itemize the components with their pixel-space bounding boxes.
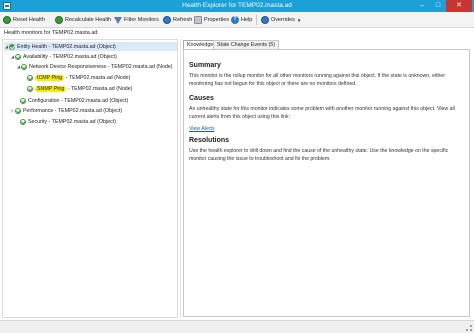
healthy-status-icon [20,97,26,104]
knowledge-panel: Summary This monitor is the rollup monit… [183,49,470,317]
tree-node-icmp-ping[interactable]: ICMP Ping - TEMP02.masta.ad (Node) [27,73,130,82]
recalculate-health-label: Recalculate Health [65,17,112,23]
tree-node-label-rest: - TEMP02.masta.ad (Node) [64,74,131,81]
resize-grip-icon[interactable] [466,325,472,331]
tree-node-entity-health[interactable]: ◢ Entity Health - TEMP02.masta.ad (Objec… [4,42,177,51]
tree-node-label: ICMP Ping - TEMP02.masta.ad (Node) [35,74,131,81]
maximize-button[interactable]: □ [430,0,446,12]
chevron-down-icon: ▼ [296,17,302,23]
healthy-status-icon [15,107,21,114]
healthy-status-icon [21,63,27,70]
overrides-button[interactable]: Overrides ▼ [261,14,301,26]
recalculate-health-button[interactable]: Recalculate Health [55,14,111,26]
causes-heading: Causes [189,95,214,102]
highlight-marker: SNMP Ping [35,85,67,92]
tree-node-label: Performance - TEMP02.masta.ad (Object) [23,107,123,114]
filter-monitors-label: Filter Monitors [124,17,159,23]
tree-node-configuration[interactable]: Configuration - TEMP02.masta.ad (Object) [15,96,128,105]
tree-node-label: Entity Health - TEMP02.masta.ad (Object) [17,43,116,50]
overrides-icon [261,16,269,24]
summary-heading: Summary [189,62,221,69]
minimize-button[interactable]: – [414,0,430,12]
summary-text: This monitor is the rollup monitor for a… [189,73,446,87]
tab-state-change-events[interactable]: State Change Events (5) [213,40,280,49]
tree-node-availability[interactable]: ◢ Availability - TEMP02.masta.ad (Object… [10,52,117,61]
healthy-status-icon [9,43,15,50]
toolbar-separator [256,15,257,25]
reset-health-icon [3,16,11,24]
causes-text: An unhealthy state for this monitor indi… [189,106,455,120]
health-monitor-tree: ◢ Entity Health - TEMP02.masta.ad (Objec… [2,39,178,318]
healthy-status-icon [27,85,33,92]
health-monitors-header: Health monitors for TEMP02.masta.ad [4,30,98,36]
filter-icon [114,16,122,24]
healthy-status-icon [27,74,33,81]
refresh-icon [163,16,171,24]
properties-button[interactable]: Properties [194,14,229,26]
filter-monitors-button[interactable]: Filter Monitors [114,14,159,26]
tree-node-label: Security - TEMP02.masta.ad (Object) [28,118,116,125]
refresh-label: Refresh [173,17,193,23]
highlight-marker: ICMP Ping [35,74,65,81]
toolbar: Reset Health Recalculate Health Filter M… [0,12,474,28]
tree-node-label-rest: - TEMP02.masta.ad (Node) [66,85,133,92]
refresh-button[interactable]: Refresh [163,14,192,26]
tree-node-security[interactable]: Security - TEMP02.masta.ad (Object) [15,117,116,126]
resolutions-text: Use the health explorer to drill down an… [189,148,449,162]
tree-node-snmp-ping[interactable]: SNMP Ping - TEMP02.masta.ad (Node) [27,84,132,93]
tree-node-label: Configuration - TEMP02.masta.ad (Object) [28,97,129,104]
healthy-status-icon [20,118,26,125]
properties-label: Properties [204,17,230,23]
window-titlebar: Health Explorer for TEMP02.masta.ad – □ … [0,0,474,12]
resolutions-heading: Resolutions [189,137,230,144]
help-button[interactable]: ? Help [231,14,252,26]
close-button[interactable]: ✕ [446,0,472,12]
tree-node-network-device-responsiveness[interactable]: ◢ Network Device Responsiveness - TEMP02… [16,62,173,71]
tree-node-performance[interactable]: ▷ Performance - TEMP02.masta.ad (Object) [10,106,122,115]
help-icon: ? [231,16,239,24]
pane-splitter[interactable] [180,39,181,318]
status-bar [0,320,474,333]
healthy-status-icon [15,53,21,60]
tree-node-label: SNMP Ping - TEMP02.masta.ad (Node) [35,85,133,92]
window-title: Health Explorer for TEMP02.masta.ad [182,2,292,9]
help-label: Help [241,17,253,23]
tree-node-label: Network Device Responsiveness - TEMP02.m… [29,63,173,70]
view-alerts-link[interactable]: View Alerts [189,126,215,132]
recalculate-health-icon [55,16,63,24]
reset-health-label: Reset Health [13,17,45,23]
overrides-label: Overrides [271,17,295,23]
properties-icon [194,16,202,24]
tree-node-label: Availability - TEMP02.masta.ad (Object) [23,53,117,60]
reset-health-button[interactable]: Reset Health [3,14,45,26]
